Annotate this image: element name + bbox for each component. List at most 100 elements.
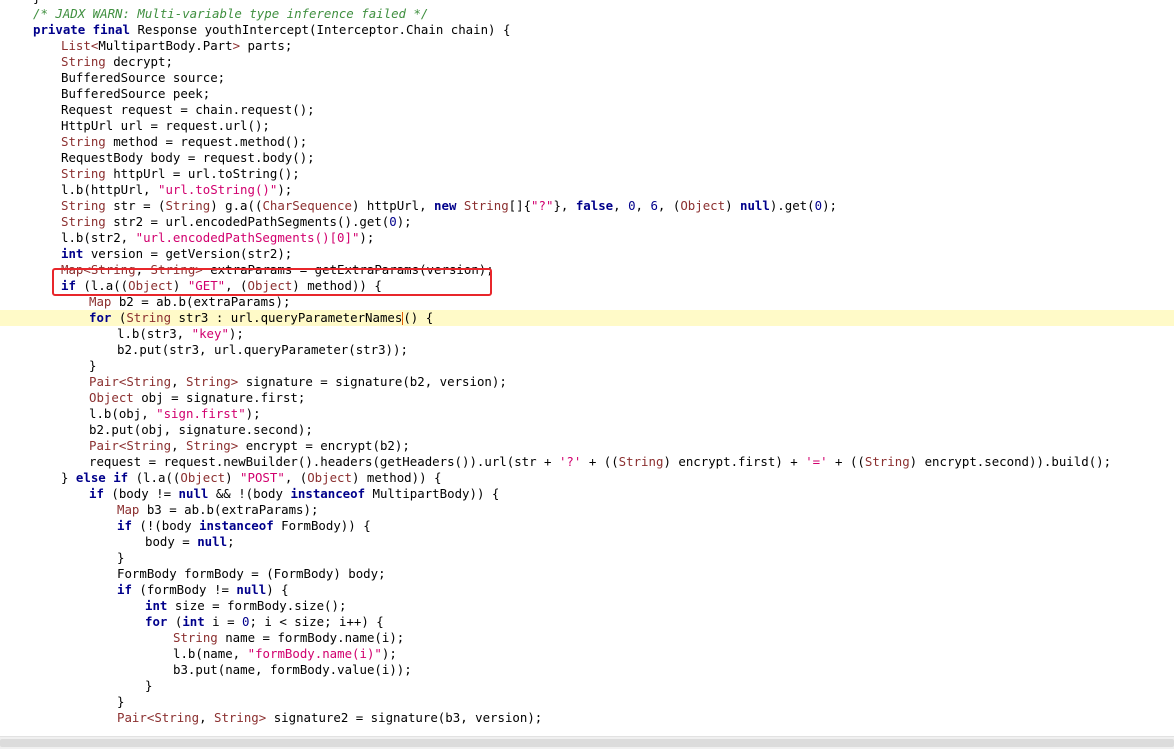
code-line[interactable]: RequestBody body = request.body(); [0,150,1174,166]
code-line[interactable]: l.b(httpUrl, "url.toString()"); [0,182,1174,198]
code-line[interactable]: if (body != null && !(body instanceof Mu… [0,486,1174,502]
code-token: "url.encodedPathSegments()[0]" [135,230,360,245]
code-token: signature = signature(b2, version); [238,374,507,389]
code-token: method = request.method(); [105,134,308,149]
code-line[interactable]: l.b(str3, "key"); [0,326,1174,342]
code-token: []{ [508,198,532,213]
code-line[interactable]: BufferedSource peek; [0,86,1174,102]
code-token: Object [89,390,134,405]
code-token: ); [245,406,261,421]
code-line[interactable]: String str = (String) g.a((CharSequence)… [0,198,1174,214]
code-token: BufferedSource peek; [61,86,211,101]
code-token: String [61,214,106,229]
code-line[interactable]: for (int i = 0; i < size; i++) { [0,614,1174,630]
red-annotation-box [52,268,492,296]
code-line[interactable]: } [0,694,1174,710]
code-line[interactable]: List<MultipartBody.Part> parts; [0,38,1174,54]
code-token: , [199,710,214,725]
code-line[interactable]: String method = request.method(); [0,134,1174,150]
code-line[interactable]: } [0,678,1174,694]
code-token: , [171,438,186,453]
code-line[interactable]: } [0,358,1174,374]
code-line[interactable]: b3.put(name, formBody.value(i)); [0,662,1174,678]
code-token: ) [725,198,740,213]
code-line[interactable]: b2.put(str3, url.queryParameter(str3)); [0,342,1174,358]
code-line[interactable]: body = null; [0,534,1174,550]
code-line[interactable]: int size = formBody.size(); [0,598,1174,614]
code-token: instanceof [290,486,366,501]
code-line[interactable]: String name = formBody.name(i); [0,630,1174,646]
code-token: null [197,534,228,549]
code-line[interactable]: BufferedSource source; [0,70,1174,86]
code-token: if [117,518,132,533]
code-line[interactable]: l.b(obj, "sign.first"); [0,406,1174,422]
code-line[interactable]: Request request = chain.request(); [0,102,1174,118]
code-token: && !(body [208,486,291,501]
code-token: size = formBody.size(); [167,598,347,613]
code-line[interactable]: } else if (l.a((Object) "POST", (Object)… [0,470,1174,486]
code-line[interactable]: } [0,550,1174,566]
code-token: ; [227,534,235,549]
code-token: () { [403,310,434,325]
code-line[interactable]: l.b(name, "formBody.name(i)"); [0,646,1174,662]
code-line[interactable]: private final Response youthIntercept(In… [0,22,1174,38]
code-token: MultipartBody)) { [365,486,500,501]
code-token: ); [396,214,412,229]
code-line[interactable]: for (String str3 : url.queryParameterNam… [0,310,1174,326]
code-token: l.b(str3, [117,326,192,341]
code-token: "url.toString()" [157,182,278,197]
code-token: "key" [191,326,229,341]
code-line[interactable]: b2.put(obj, signature.second); [0,422,1174,438]
code-token: 0 [389,214,397,229]
code-line[interactable]: if (formBody != null) { [0,582,1174,598]
code-token: String [126,310,172,325]
code-line[interactable]: request = request.newBuilder().headers(g… [0,454,1174,470]
code-token: ); [822,198,837,213]
code-token: ( [167,614,183,629]
code-line[interactable]: int version = getVersion(str2); [0,246,1174,262]
code-token: } [117,550,125,565]
code-line[interactable]: l.b(str2, "url.encodedPathSegments()[0]"… [0,230,1174,246]
code-token: ) method)) { [351,470,442,485]
code-line[interactable]: String decrypt; [0,54,1174,70]
code-line[interactable]: Map b3 = ab.b(extraParams); [0,502,1174,518]
code-line[interactable]: Pair<String, String> signature2 = signat… [0,710,1174,726]
code-line[interactable]: HttpUrl url = request.url(); [0,118,1174,134]
code-line[interactable]: Pair<String, String> encrypt = encrypt(b… [0,438,1174,454]
code-token: String [61,134,106,149]
code-token: (body != [103,486,179,501]
code-token: + (( [581,454,619,469]
code-token: ) encrypt.second)).build(); [909,454,1112,469]
code-token: ) httpUrl, [351,198,435,213]
code-line[interactable]: String httpUrl = url.toString(); [0,166,1174,182]
horizontal-scrollbar-thumb[interactable] [0,739,1174,747]
code-token: Object [680,198,726,213]
code-line[interactable]: Object obj = signature.first; [0,390,1174,406]
code-token: b2.put(str3, url.queryParameter(str3)); [117,342,408,357]
code-token: ) { [266,582,289,597]
code-token: b3.put(name, formBody.value(i)); [173,662,412,677]
code-token: String [186,438,231,453]
code-line[interactable]: /* JADX WARN: Multi-variable type infere… [0,6,1174,22]
code-token: str3 : url.queryParameterNames [171,310,403,325]
code-editor[interactable]: } /* JADX WARN: Multi-variable type infer… [0,0,1174,737]
horizontal-scrollbar[interactable] [0,736,1174,749]
code-token: for [145,614,168,629]
code-token: } [61,470,76,485]
code-token: str2 = url.encodedPathSegments().get( [105,214,390,229]
code-line[interactable]: Pair<String, String> signature = signatu… [0,374,1174,390]
code-token: decrypt; [105,54,173,69]
code-token: ; i < size; i++) { [249,614,384,629]
code-token: obj = signature.first; [133,390,306,405]
code-token: for [89,310,112,325]
code-token: str = ( [105,198,166,213]
code-token: b2 = ab.b(extraParams); [111,294,291,309]
code-line[interactable]: Map b2 = ab.b(extraParams); [0,294,1174,310]
code-line[interactable]: if (!(body instanceof FormBody)) { [0,518,1174,534]
code-token: ) [225,470,241,485]
code-token: 6 [650,198,658,213]
code-token: '=' [805,454,828,469]
code-line[interactable]: FormBody formBody = (FormBody) body; [0,566,1174,582]
code-line[interactable]: String str2 = url.encodedPathSegments().… [0,214,1174,230]
